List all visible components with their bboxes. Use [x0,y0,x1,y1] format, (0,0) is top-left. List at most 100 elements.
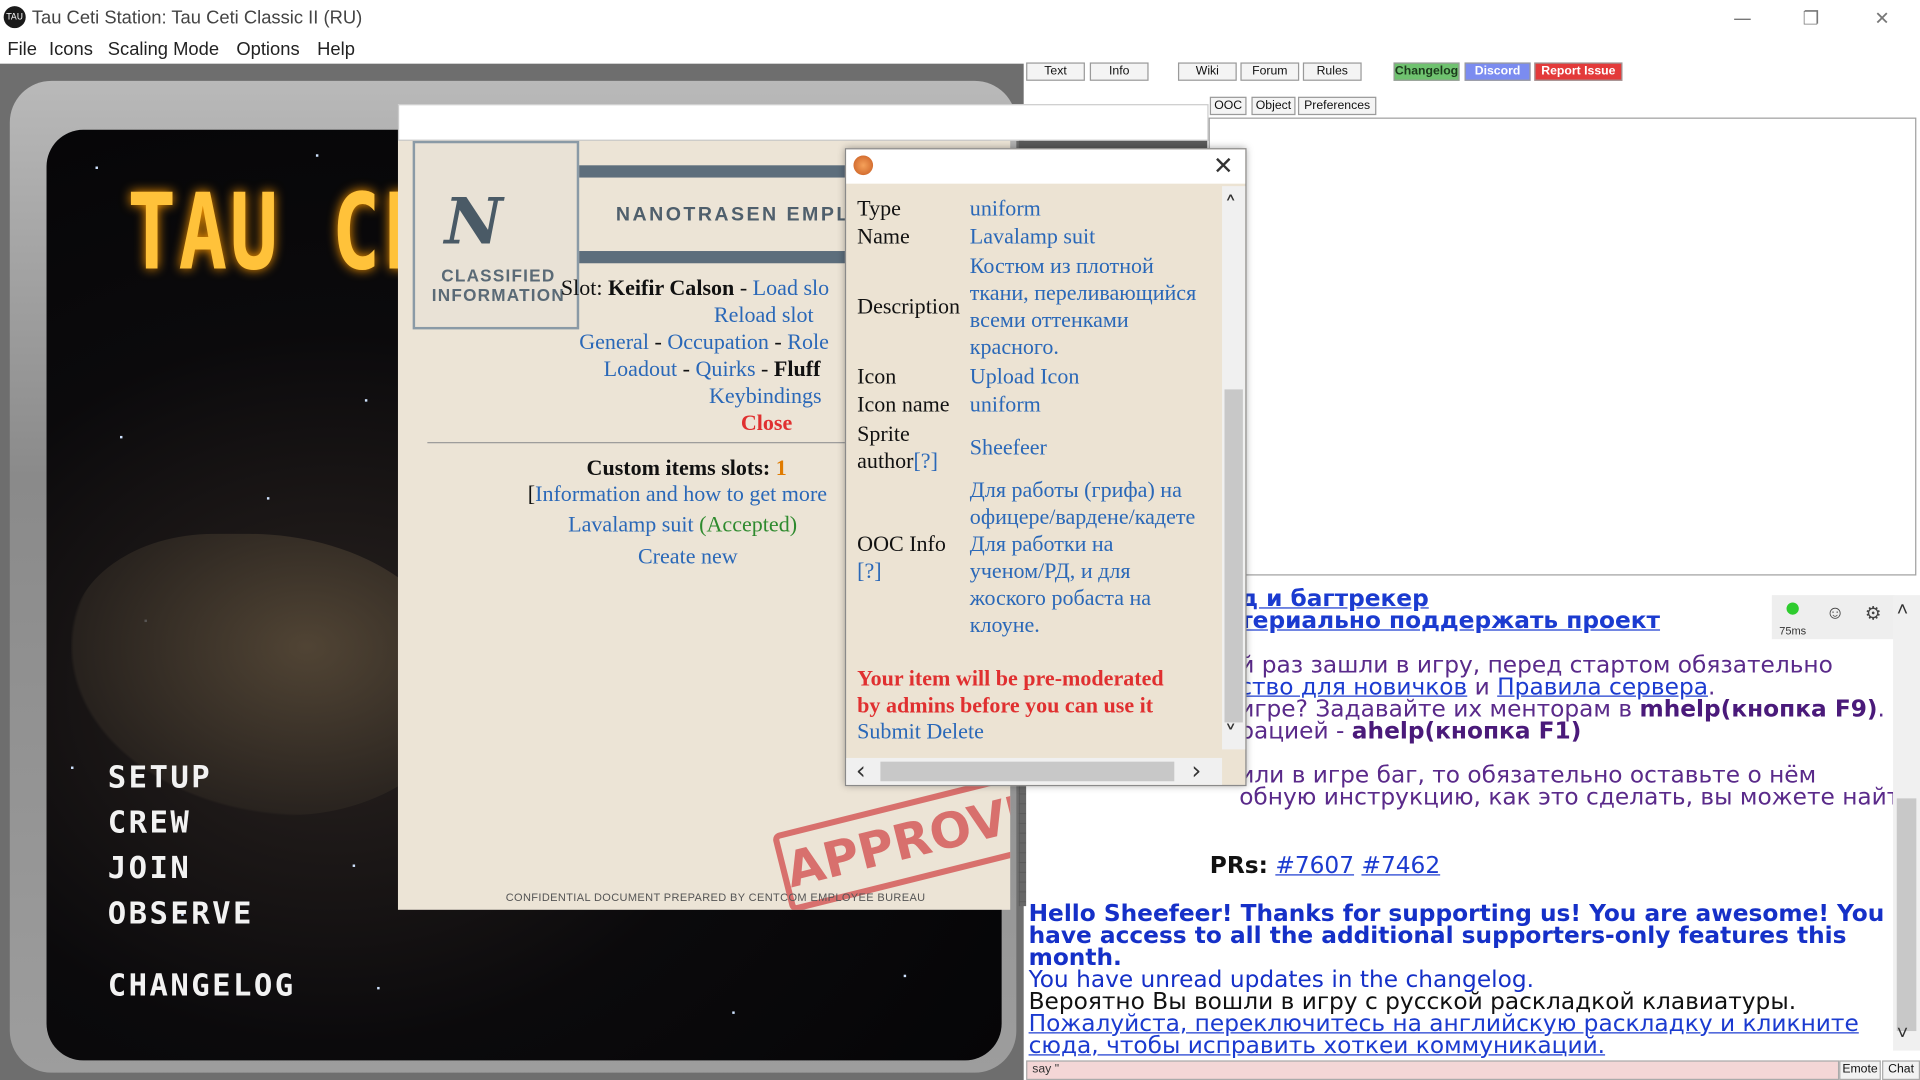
chat-scroll-up-icon[interactable]: ˄ [1897,600,1908,622]
sprite-author-value[interactable]: Sheefeer [970,433,1047,460]
stat-panel [1208,117,1917,576]
ooc-line-5[interactable]: жоского робаста на [970,584,1151,611]
type-value[interactable]: uniform [970,195,1041,222]
approved-stamp: APPROVED [771,772,1011,910]
command-input[interactable]: say " [1026,1060,1840,1080]
nav-fluff[interactable]: Fluff [774,356,821,380]
popup-horizontal-thumb[interactable] [880,761,1175,782]
sprite-author-label-2: author[?] [857,448,938,473]
tab-changelog[interactable]: Changelog [1393,62,1460,81]
app-icon: TAU [3,6,26,29]
chat-layout-fix-link-2[interactable]: сюда, чтобы исправить хоткеи коммуникаци… [1029,1034,1606,1058]
custom-item-link[interactable]: Lavalamp suit [568,512,693,536]
chat-scrollbar[interactable]: ˄ ˅ [1893,595,1920,1051]
chat-button[interactable]: Chat [1882,1060,1920,1080]
ooc-line-2[interactable]: офицере/вардене/кадете [970,503,1196,530]
tab-text[interactable]: Text [1026,62,1085,81]
nav-occupation[interactable]: Occupation [667,329,769,353]
close-link[interactable]: Close [741,410,792,436]
chat-pr-link-2[interactable]: #7462 [1361,852,1440,879]
tab-forum[interactable]: Forum [1240,62,1300,81]
nav-role[interactable]: Role [787,329,829,353]
tab-discord[interactable]: Discord [1464,62,1531,81]
moderation-warning-1: Your item will be pre-moderated [857,666,1164,691]
reload-slot-link[interactable]: Reload slot [714,302,814,328]
scroll-right-icon[interactable]: › [1191,758,1201,782]
emote-button[interactable]: Emote [1839,1060,1881,1080]
menu-help[interactable]: Help [317,39,355,60]
submit-link[interactable]: Submit [857,719,921,743]
description-line-3[interactable]: всеми оттенками [970,306,1129,333]
nav-row-2: Loadout - Quirks - Fluff [603,356,821,381]
dossier-window-titlebar [397,104,1209,141]
sprite-author-help-link[interactable]: [?] [913,448,937,472]
ooc-line-1[interactable]: Для работы (грифа) на [970,476,1182,503]
nav-general[interactable]: General [579,329,649,353]
custom-slots-count: 1 [775,455,787,481]
stat-tab-object[interactable]: Object [1251,96,1296,116]
chat-scroll-thumb[interactable] [1896,798,1917,1032]
gear-icon[interactable]: ⚙ [1865,602,1881,625]
ping-indicator [1786,602,1799,615]
tab-rules[interactable]: Rules [1302,62,1362,81]
description-line-4[interactable]: красного. [970,333,1059,360]
popup-vertical-thumb[interactable] [1224,389,1243,723]
popup-close-icon[interactable]: ✕ [1209,151,1238,180]
icon-name-value[interactable]: uniform [970,391,1041,418]
ooc-line-4[interactable]: ученом/РД, и для [970,557,1131,584]
stat-tab-preferences[interactable]: Preferences [1297,96,1377,116]
load-slot-link[interactable]: Load slo [753,276,830,300]
description-line-1[interactable]: Костюм из плотной [970,252,1154,279]
menu-options[interactable]: Options [236,39,299,60]
menu-join[interactable]: JOIN [108,850,192,886]
chat-support-link[interactable]: териально поддержать проект [1239,609,1660,633]
minimize-button[interactable]: — [1714,2,1770,34]
emoji-icon[interactable]: ☺ [1826,602,1845,623]
chat-scroll-down-icon[interactable]: ˅ [1897,1024,1908,1046]
tab-wiki[interactable]: Wiki [1177,62,1237,81]
menu-setup[interactable]: SETUP [108,759,212,795]
dossier-footer: CONFIDENTIAL DOCUMENT PREPARED BY CENTCO… [505,891,926,904]
scroll-down-icon[interactable]: ˅ [1225,722,1237,746]
delete-link[interactable]: Delete [926,719,984,743]
popup-vertical-scrollbar[interactable]: ˄ ˅ [1222,186,1246,750]
slot-row: Slot: Keifir Calson - Load slo [560,275,830,301]
ooc-line-6[interactable]: клоуне. [970,611,1040,638]
name-value[interactable]: Lavalamp suit [970,223,1095,250]
restore-button[interactable]: ❐ [1783,2,1839,34]
info-link[interactable]: Information and how to get more [535,481,827,505]
menu-changelog[interactable]: CHANGELOG [108,967,296,1003]
tab-info[interactable]: Info [1089,62,1149,81]
scroll-up-icon[interactable]: ˄ [1225,193,1237,217]
stat-tab-ooc[interactable]: OOC [1209,96,1247,116]
keybindings-link[interactable]: Keybindings [709,383,822,409]
tab-report-issue[interactable]: Report Issue [1534,62,1623,81]
ooc-line-3[interactable]: Для работки на [970,530,1114,557]
info-row: [Information and how to get more [527,481,828,506]
description-line-2[interactable]: ткани, переливающийся [970,279,1196,306]
chat-line-instruction: обную инструкцию, как это сделать, вы мо… [1239,783,1894,811]
upload-icon-link[interactable]: Upload Icon [970,362,1080,389]
nav-quirks[interactable]: Quirks [696,356,756,380]
popup-horizontal-scrollbar[interactable]: ‹ › [846,757,1223,785]
chat-line-admins: рацией - ahelp(кнопка F1) [1239,717,1582,745]
scroll-left-icon[interactable]: ‹ [856,758,866,782]
menu-crew[interactable]: CREW [108,804,192,840]
chat-pr-link-1[interactable]: #7607 [1275,852,1354,879]
ooc-info-help-link[interactable]: [?] [857,557,881,584]
menu-scaling-mode[interactable]: Scaling Mode [108,39,219,60]
close-button[interactable]: ✕ [1854,2,1910,34]
title-bar: TAU Tau Ceti Station: Tau Ceti Classic I… [0,0,1920,37]
chat-hello-line-2: have access to all the additional suppor… [1028,922,1847,949]
icon-name-label: Icon name [857,391,950,417]
menu-observe[interactable]: OBSERVE [108,895,254,931]
nav-loadout[interactable]: Loadout [604,356,677,380]
chat-toolbar: 75ms ☺ ⚙ [1771,595,1895,640]
create-new-link[interactable]: Create new [638,544,738,570]
banner-title: NANOTRASEN EMPLO [615,204,869,226]
menu-icons[interactable]: Icons [49,39,93,60]
menu-file[interactable]: File [7,39,37,60]
nanotrasen-logo-letter: N [444,184,503,260]
slot-label: Slot: [560,275,603,301]
classified-label: CLASSIFIED INFORMATION [431,265,565,305]
